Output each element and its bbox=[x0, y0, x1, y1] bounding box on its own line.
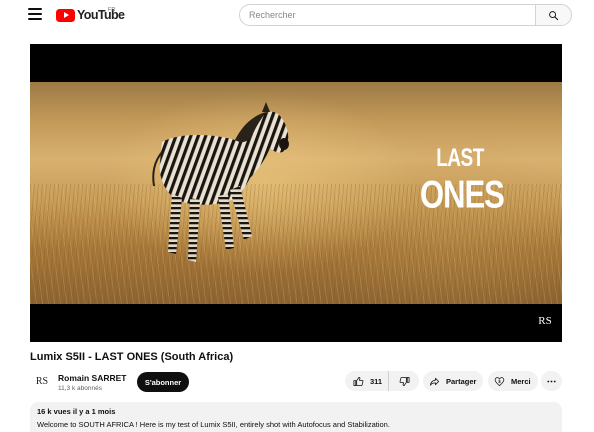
like-count: 311 bbox=[370, 376, 383, 386]
more-actions-button[interactable] bbox=[541, 371, 562, 391]
search-input[interactable] bbox=[239, 4, 535, 26]
video-overlay-title: LAST ONES bbox=[420, 146, 505, 214]
like-button[interactable]: 311 bbox=[345, 371, 389, 391]
more-horizontal-icon bbox=[547, 380, 556, 382]
action-bar: 311 Partager $ Merci bbox=[0, 371, 594, 391]
thanks-dollar-heart-icon: $ bbox=[494, 376, 505, 386]
search-button[interactable] bbox=[535, 4, 572, 26]
youtube-play-icon bbox=[56, 8, 75, 22]
region-code: FR bbox=[108, 7, 116, 13]
thanks-button[interactable]: $ Merci bbox=[488, 371, 538, 391]
video-title: Lumix S5II - LAST ONES (South Africa) bbox=[30, 351, 234, 363]
overlay-title-line2: ONES bbox=[420, 172, 505, 217]
description-box[interactable]: 16 k vues il y a 1 mois Welcome to SOUTH… bbox=[30, 402, 562, 432]
channel-watermark[interactable]: RS ​ bbox=[535, 316, 555, 331]
watermark-logo: RS bbox=[538, 315, 552, 327]
thumbs-up-icon bbox=[353, 376, 364, 386]
share-icon bbox=[429, 377, 440, 386]
share-button[interactable]: Partager bbox=[423, 371, 483, 391]
description-text: Welcome to SOUTH AFRICA ! Here is my tes… bbox=[37, 420, 390, 429]
like-dislike-group: 311 bbox=[345, 371, 419, 391]
dislike-button[interactable] bbox=[389, 371, 419, 391]
masthead: YouTube FR bbox=[0, 0, 594, 31]
hamburger-menu-icon[interactable] bbox=[28, 8, 42, 20]
video-frame[interactable]: LAST ONES bbox=[30, 82, 562, 304]
overlay-title-line1: LAST bbox=[436, 145, 484, 173]
logo-text: YouTube bbox=[77, 8, 125, 22]
watermark-sub: ​ bbox=[535, 328, 555, 331]
search-icon bbox=[549, 10, 559, 20]
view-count-date: 16 k vues il y a 1 mois bbox=[37, 407, 116, 416]
thumbs-down-icon bbox=[399, 376, 409, 386]
search-bar bbox=[239, 4, 572, 26]
share-label: Partager bbox=[446, 376, 477, 386]
video-player[interactable]: LAST ONES RS ​ bbox=[30, 44, 562, 342]
svg-text:$: $ bbox=[498, 378, 501, 383]
thanks-label: Merci bbox=[511, 376, 531, 386]
